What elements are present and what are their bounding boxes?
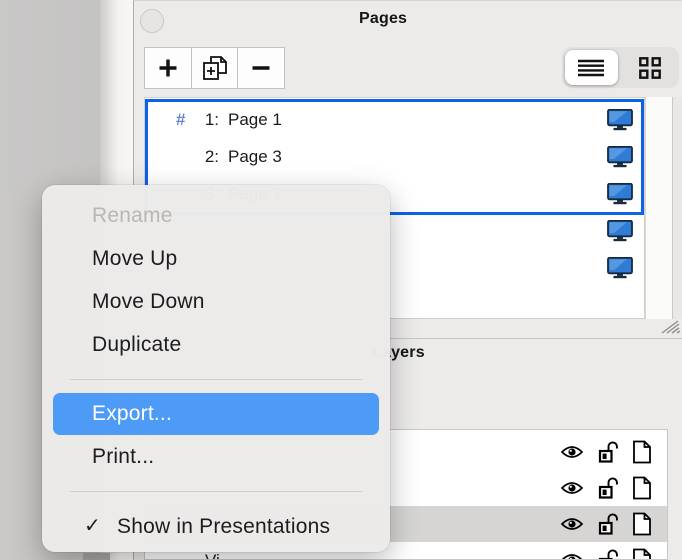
presentation-monitor-icon[interactable]: [607, 109, 633, 131]
document-icon[interactable]: [632, 512, 652, 536]
layer-label: Vi: [205, 551, 220, 560]
bottom-left-fragment: [83, 553, 110, 560]
minus-icon: [250, 57, 272, 79]
duplicate-page-button[interactable]: [192, 48, 239, 88]
menu-item-move-up[interactable]: Move Up: [42, 237, 390, 280]
grid-view-button[interactable]: [621, 47, 679, 88]
eye-icon[interactable]: [560, 516, 584, 532]
presentation-monitor-icon[interactable]: [607, 220, 633, 242]
list-view-icon: [578, 59, 604, 77]
duplicate-page-icon: [201, 55, 229, 81]
plus-icon: [157, 57, 179, 79]
app-screenshot: Pages: [0, 0, 682, 560]
page-label: Page 1: [228, 110, 282, 130]
menu-item-show-in-presentations[interactable]: ✓ Show in Presentations: [42, 505, 390, 548]
menu-item-rename: Rename: [42, 194, 390, 237]
document-icon[interactable]: [632, 476, 652, 500]
unlocked-padlock-icon[interactable]: [597, 477, 619, 499]
pages-toolbar: [144, 47, 285, 89]
unlocked-padlock-icon[interactable]: [597, 441, 619, 463]
page-row-2[interactable]: 2: Page 3: [145, 138, 644, 175]
presentation-monitor-icon[interactable]: [607, 183, 633, 205]
resize-grip[interactable]: [658, 318, 682, 334]
eye-icon[interactable]: [560, 480, 584, 496]
page-row-1[interactable]: # 1: Page 1: [145, 101, 644, 138]
presentation-monitor-icon[interactable]: [607, 146, 633, 168]
presentation-monitor-icon[interactable]: [607, 257, 633, 279]
page-label: Page 3: [228, 147, 282, 167]
eye-icon[interactable]: [560, 444, 584, 460]
unlocked-padlock-icon[interactable]: [597, 513, 619, 535]
menu-separator: [70, 491, 362, 492]
pages-panel-title: Pages: [359, 10, 407, 28]
menu-item-move-down[interactable]: Move Down: [42, 280, 390, 323]
grid-view-icon: [639, 57, 661, 79]
menu-item-print[interactable]: Print...: [42, 435, 390, 478]
eye-icon[interactable]: [560, 552, 584, 560]
document-icon[interactable]: [632, 440, 652, 464]
page-number: 2:: [195, 147, 219, 167]
menu-separator: [70, 379, 362, 380]
menu-item-export[interactable]: Export...: [53, 393, 379, 435]
checkmark-icon: ✓: [84, 505, 117, 548]
add-page-button[interactable]: [145, 48, 192, 88]
document-icon[interactable]: [632, 548, 652, 560]
menu-item-label: Show in Presentations: [117, 505, 330, 548]
view-mode-segmented-control: [562, 47, 679, 88]
menu-item-duplicate[interactable]: Duplicate: [42, 323, 390, 366]
page-number: 1:: [195, 110, 219, 130]
pages-scrollbar-track[interactable]: [645, 97, 673, 319]
hash-icon: #: [176, 110, 195, 130]
context-menu: Rename Move Up Move Down Duplicate Expor…: [42, 185, 390, 552]
list-view-button[interactable]: [562, 47, 620, 88]
panel-collapse-circle[interactable]: [140, 9, 164, 33]
unlocked-padlock-icon[interactable]: [597, 549, 619, 560]
panel-right-edge: [673, 97, 682, 319]
remove-page-button[interactable]: [238, 48, 284, 88]
